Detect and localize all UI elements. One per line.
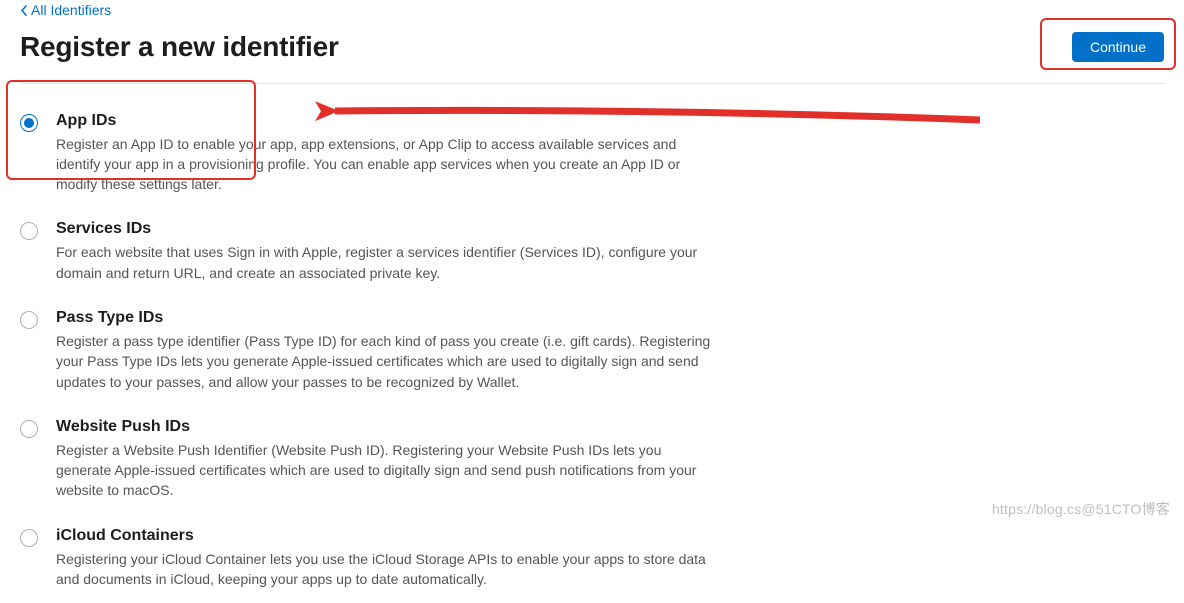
option-desc: Register a pass type identifier (Pass Ty…	[56, 331, 716, 392]
option-title: Services IDs	[56, 220, 716, 238]
option-pass-type-ids[interactable]: Pass Type IDs Register a pass type ident…	[20, 297, 1164, 406]
back-link-label: All Identifiers	[31, 2, 111, 18]
option-app-ids[interactable]: App IDs Register an App ID to enable you…	[20, 100, 1164, 209]
radio-app-ids[interactable]	[20, 114, 38, 132]
option-text: Pass Type IDs Register a pass type ident…	[56, 309, 716, 392]
option-icloud-containers[interactable]: iCloud Containers Registering your iClou…	[20, 515, 1164, 603]
option-desc: Register an App ID to enable your app, a…	[56, 134, 716, 195]
option-title: Website Push IDs	[56, 418, 716, 436]
option-title: App IDs	[56, 112, 716, 130]
option-services-ids[interactable]: Services IDs For each website that uses …	[20, 208, 1164, 297]
option-text: App IDs Register an App ID to enable you…	[56, 112, 716, 195]
option-text: Services IDs For each website that uses …	[56, 220, 716, 283]
radio-pass-type-ids[interactable]	[20, 311, 38, 329]
continue-button[interactable]: Continue	[1072, 32, 1164, 62]
option-desc: For each website that uses Sign in with …	[56, 242, 716, 283]
option-desc: Register a Website Push Identifier (Webs…	[56, 440, 716, 501]
option-title: Pass Type IDs	[56, 309, 716, 327]
option-text: iCloud Containers Registering your iClou…	[56, 527, 716, 590]
radio-icloud-containers[interactable]	[20, 529, 38, 547]
watermark: https://blog.cs@51CTO博客	[992, 499, 1170, 519]
option-text: Website Push IDs Register a Website Push…	[56, 418, 716, 501]
option-desc: Registering your iCloud Container lets y…	[56, 549, 716, 590]
option-title: iCloud Containers	[56, 527, 716, 545]
page-title: Register a new identifier	[20, 31, 339, 63]
chevron-left-icon	[20, 5, 28, 16]
page-header: Register a new identifier Continue	[20, 21, 1164, 84]
radio-services-ids[interactable]	[20, 222, 38, 240]
back-link[interactable]: All Identifiers	[20, 2, 111, 18]
radio-website-push-ids[interactable]	[20, 420, 38, 438]
identifier-options: App IDs Register an App ID to enable you…	[20, 84, 1164, 603]
